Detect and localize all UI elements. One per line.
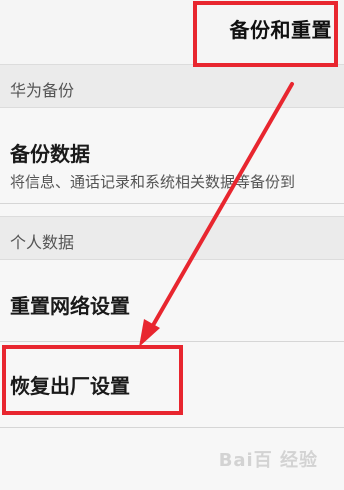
- reset-network-settings-item[interactable]: 重置网络设置: [0, 260, 344, 342]
- backup-data-item[interactable]: 备份数据 将信息、通话记录和系统相关数据等备份到: [0, 108, 344, 204]
- backup-data-title: 备份数据: [10, 142, 90, 166]
- page-title: 备份和重置: [229, 18, 332, 42]
- section-header-personal-data: 个人数据: [0, 216, 344, 260]
- backup-data-subtitle: 将信息、通话记录和系统相关数据等备份到: [10, 173, 296, 191]
- section-label: 个人数据: [10, 233, 75, 252]
- factory-reset-label: 恢复出厂设置: [10, 374, 130, 398]
- section-label: 华为备份: [10, 81, 75, 100]
- reset-network-settings-label: 重置网络设置: [10, 294, 130, 318]
- factory-reset-item[interactable]: 恢复出厂设置: [0, 342, 344, 428]
- watermark: Bai百 经验: [218, 450, 318, 471]
- section-header-huawei-backup: 华为备份: [0, 64, 344, 108]
